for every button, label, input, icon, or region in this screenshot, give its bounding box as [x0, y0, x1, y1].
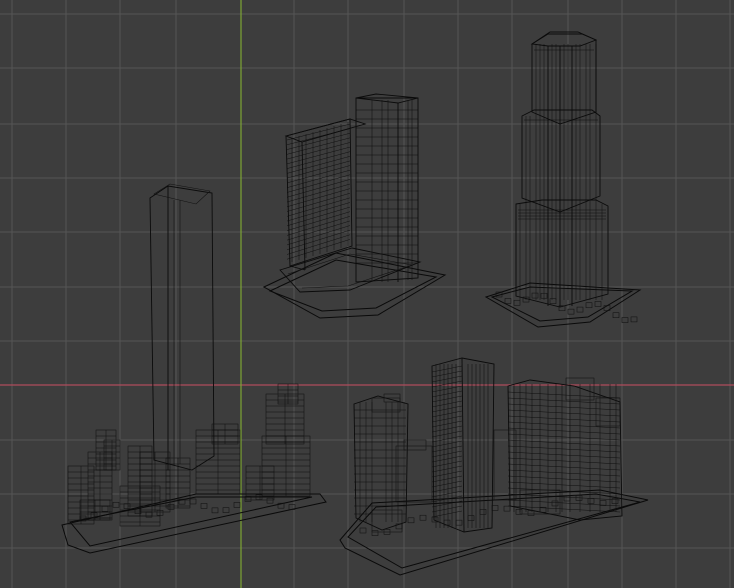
model-slender-tower-block[interactable]	[61, 183, 327, 554]
supertall-vertical-lines	[495, 44, 638, 323]
model-mixed-use-block[interactable]	[339, 357, 649, 576]
model-stepped-supertall[interactable]	[484, 31, 642, 328]
wireframe-scene[interactable]	[0, 0, 734, 588]
mixed-block-detail	[354, 364, 621, 536]
3d-viewport[interactable]	[0, 0, 734, 588]
model-slab-tower[interactable]	[262, 93, 447, 319]
tower-block-detail	[67, 383, 311, 527]
